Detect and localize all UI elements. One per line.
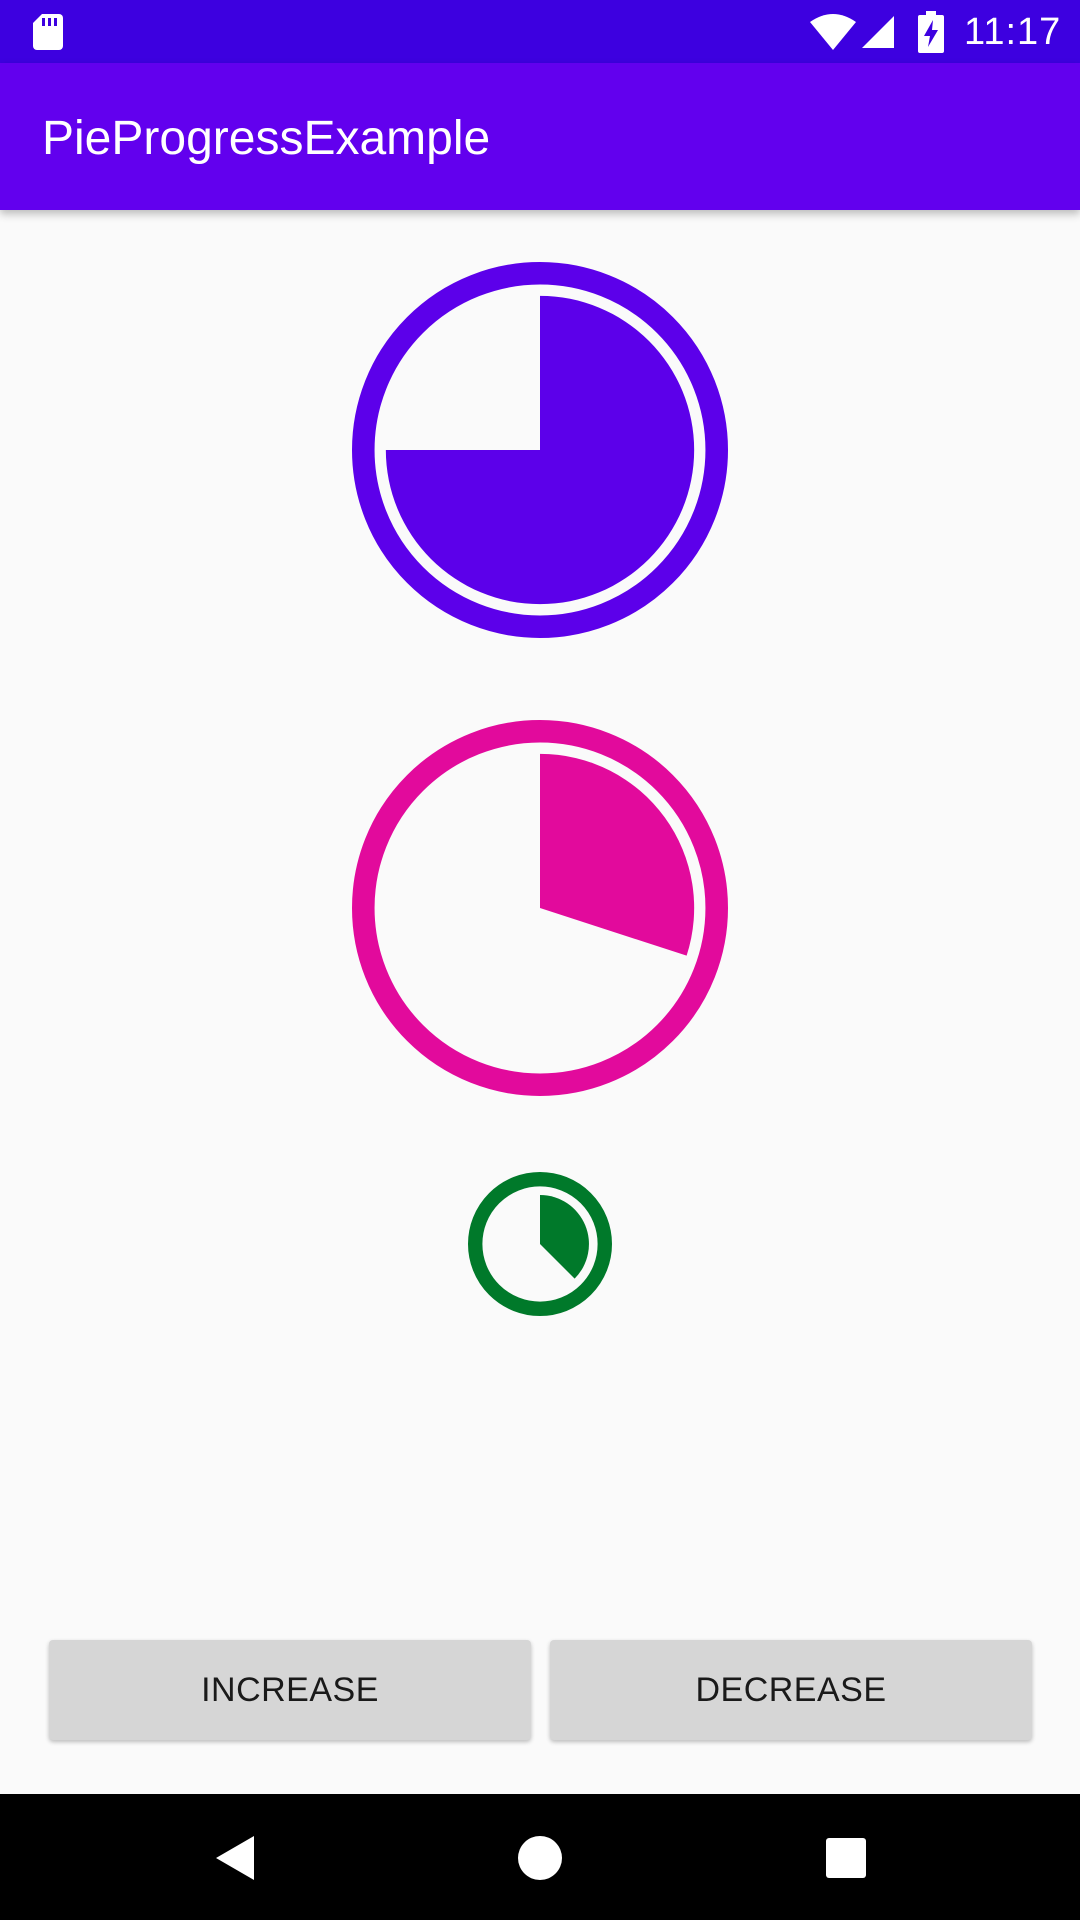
increase-button[interactable]: INCREASE bbox=[49, 1640, 531, 1740]
pie-progress-green bbox=[468, 1172, 612, 1316]
pie-progress-purple bbox=[352, 262, 728, 638]
pie-progress-wedge bbox=[385, 295, 695, 605]
status-bar: 11:17 bbox=[0, 0, 1080, 63]
recents-icon[interactable] bbox=[810, 1822, 882, 1894]
content-area: INCREASE DECREASE bbox=[0, 210, 1080, 1794]
app-bar: PieProgressExample bbox=[0, 63, 1080, 210]
back-icon[interactable] bbox=[200, 1822, 272, 1894]
pie-progress-wedge bbox=[540, 1195, 589, 1279]
app-title: PieProgressExample bbox=[42, 112, 491, 165]
wifi-icon bbox=[810, 14, 856, 50]
decrease-button[interactable]: DECREASE bbox=[550, 1640, 1032, 1740]
sd-card-icon bbox=[33, 14, 63, 50]
pie-progress-pink bbox=[352, 720, 728, 1096]
signal-icon bbox=[862, 16, 894, 48]
home-icon[interactable] bbox=[504, 1822, 576, 1894]
battery-charging-icon bbox=[918, 11, 944, 53]
navigation-bar bbox=[0, 1794, 1080, 1920]
status-time: 11:17 bbox=[964, 11, 1062, 53]
